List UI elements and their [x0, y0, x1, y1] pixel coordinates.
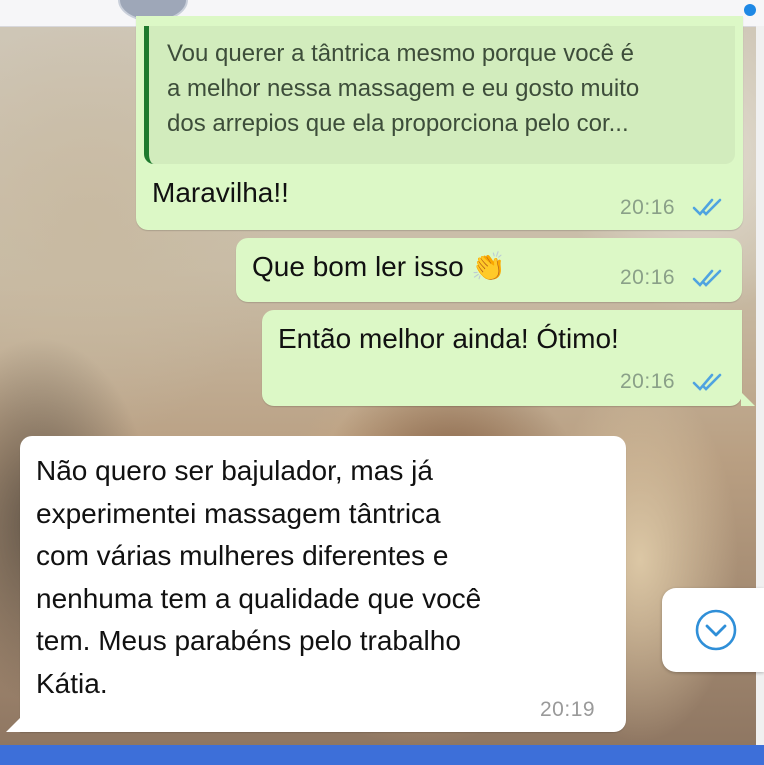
message-line: Não quero ser bajulador, mas já	[36, 455, 433, 486]
double-check-icon	[692, 373, 722, 391]
message-time: 20:16	[620, 196, 676, 219]
clapping-hands-emoji: 👏	[471, 251, 507, 282]
quoted-line: dos arrepios que ela proporciona pelo co…	[167, 110, 629, 137]
quoted-message[interactable]: Vou querer a tântrica mesmo porque você …	[144, 26, 735, 164]
message-text: Maravilha!!	[152, 177, 289, 208]
message-time: 20:16	[620, 266, 676, 289]
message-text: Não quero ser bajulador, mas já experime…	[36, 450, 481, 705]
bubble-tail	[741, 392, 755, 406]
chevron-down-circle-icon	[695, 609, 737, 651]
header-indicator	[744, 4, 756, 16]
message-text: Que bom ler isso 👏	[252, 250, 506, 284]
bottom-edge-bar	[0, 745, 764, 765]
double-check-icon	[692, 198, 722, 216]
quoted-line: a melhor nessa massagem e eu gosto muito	[167, 75, 640, 102]
message-time: 20:19	[540, 698, 596, 721]
quoted-line: Vou querer a tântrica mesmo porque você …	[167, 40, 634, 67]
scroll-to-bottom-button[interactable]	[662, 588, 764, 672]
message-line: nenhuma tem a qualidade que você	[36, 582, 482, 614]
message-text: Então melhor ainda! Ótimo!	[278, 323, 619, 354]
message-text-content: Que bom ler isso	[252, 251, 464, 282]
message-time: 20:16	[620, 370, 676, 393]
bubble-tail	[6, 718, 20, 732]
message-line: experimentei massagem tântrica	[36, 497, 441, 529]
double-check-icon	[692, 269, 722, 287]
message-line: tem. Meus parabéns pelo trabalho	[36, 625, 461, 656]
quoted-message-text: Vou querer a tântrica mesmo porque você …	[167, 36, 727, 141]
message-line: Kátia.	[36, 667, 108, 699]
message-line: com várias mulheres diferentes e	[36, 540, 449, 571]
